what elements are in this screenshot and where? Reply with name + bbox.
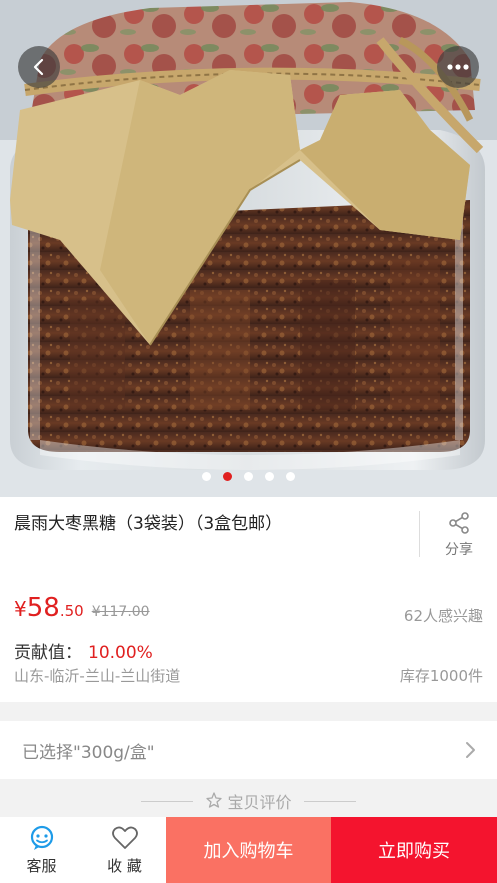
share-button[interactable]: 分享	[430, 511, 488, 559]
buy-now-button[interactable]: 立即购买	[331, 817, 497, 883]
product-detail-page: 晨雨大枣黑糖（3袋装）（3盒包邮） 分享 ¥ 58 .50 ¥117.00 62…	[0, 0, 497, 883]
divider	[141, 800, 194, 802]
shipping-location: 山东-临沂-兰山-兰山街道	[14, 667, 181, 685]
interest-count: 62人感兴趣	[403, 607, 483, 625]
contribution-value: 10.00%	[88, 643, 153, 663]
price: ¥ 58 .50 ¥117.00	[14, 593, 150, 623]
chevron-left-icon	[33, 58, 44, 76]
reviews-header: 宝贝评价	[0, 786, 497, 816]
share-icon	[449, 512, 469, 534]
carousel-dot[interactable]	[286, 472, 295, 481]
review-badge-icon	[206, 792, 223, 808]
carousel-indicator	[0, 472, 497, 481]
customer-service-icon	[30, 825, 53, 850]
favorite-label: 收 藏	[107, 856, 142, 875]
price-integer: 58	[26, 593, 60, 623]
more-dots-icon	[447, 64, 469, 70]
contribution-label: 贡献值：	[14, 643, 82, 663]
chevron-right-icon	[466, 742, 475, 758]
price-currency: ¥	[14, 597, 27, 621]
customer-service-label: 客服	[26, 856, 57, 875]
product-info: 晨雨大枣黑糖（3袋装）（3盒包邮） 分享 ¥ 58 .50 ¥117.00 62…	[0, 497, 497, 702]
product-image-carousel[interactable]	[0, 0, 497, 497]
stock-count: 库存1000件	[399, 667, 483, 685]
spec-selector[interactable]: 已选择"300g/盒"	[0, 721, 497, 779]
spec-selected-text: 已选择"300g/盒"	[22, 742, 155, 763]
carousel-dot[interactable]	[244, 472, 253, 481]
contribution: 贡献值： 10.00%	[14, 638, 153, 663]
heart-icon	[111, 826, 138, 849]
product-photo	[0, 0, 497, 497]
share-label: 分享	[445, 542, 473, 558]
carousel-dot[interactable]	[202, 472, 211, 481]
price-decimal: .50	[59, 602, 84, 620]
product-title: 晨雨大枣黑糖（3袋装）（3盒包邮）	[14, 514, 283, 534]
reviews-label: 宝贝评价	[227, 793, 292, 812]
divider	[303, 800, 356, 802]
more-button[interactable]	[437, 46, 479, 88]
bottom-action-bar: 客服 收 藏 加入购物车 立即购买	[0, 817, 497, 883]
favorite-button[interactable]: 收 藏	[83, 817, 166, 883]
customer-service-button[interactable]: 客服	[0, 817, 83, 883]
carousel-dot[interactable]	[265, 472, 274, 481]
carousel-dot-active[interactable]	[223, 472, 232, 481]
add-to-cart-button[interactable]: 加入购物车	[166, 817, 331, 883]
divider	[419, 511, 420, 557]
back-button[interactable]	[18, 46, 60, 88]
original-price: ¥117.00	[91, 604, 150, 620]
